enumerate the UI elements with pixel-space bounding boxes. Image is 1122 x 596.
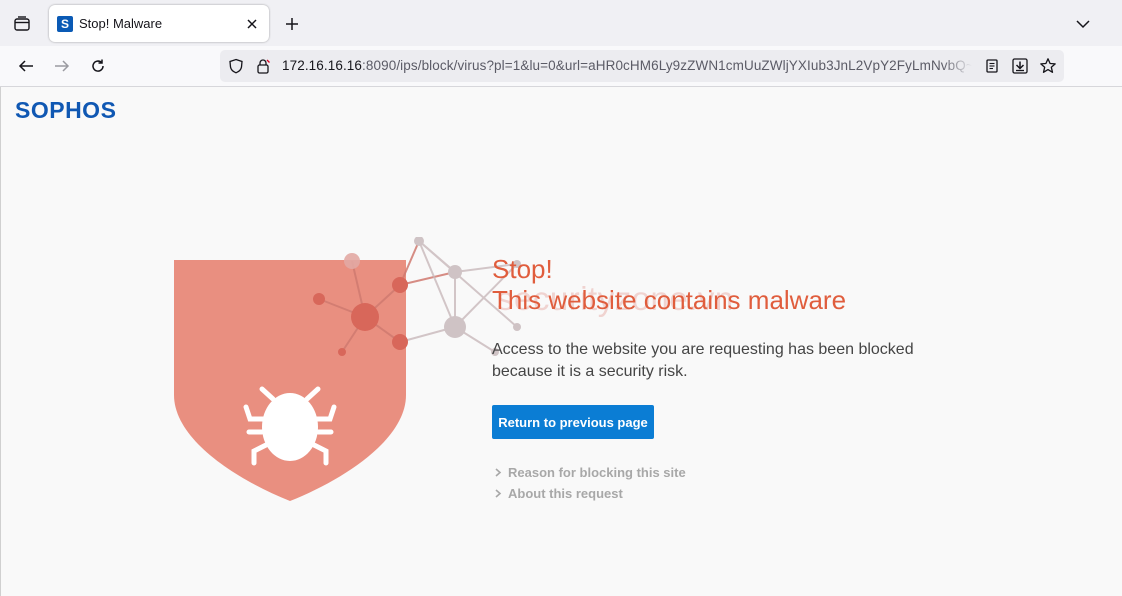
reader-view-icon[interactable] [982,56,1002,76]
shield-icon[interactable] [226,56,246,76]
back-arrow-icon[interactable] [14,54,38,78]
chevron-right-icon [495,468,502,477]
close-icon[interactable] [242,14,262,34]
address-bar[interactable]: 172.16.16.16:8090/ips/block/virus?pl=1&l… [220,50,1064,82]
about-this-request-link[interactable]: About this request [493,486,623,501]
chevron-down-icon[interactable] [1072,13,1094,35]
return-to-previous-page-button[interactable]: Return to previous page [492,405,654,439]
navigation-toolbar: 172.16.16.16:8090/ips/block/virus?pl=1&l… [0,46,1122,87]
url-host: 172.16.16.16 [282,58,363,73]
tab-title: Stop! Malware [79,16,163,31]
about-link-label: About this request [508,486,623,501]
reason-for-blocking-link[interactable]: Reason for blocking this site [493,465,686,480]
block-page: SOPHOS securityzone.vn Stop! This websit… [0,87,1122,596]
tab-list-icon[interactable] [10,12,34,36]
plus-icon[interactable] [281,13,303,35]
url-path: :8090/ips/block/virus?pl=1&lu=0&url=aHR0… [362,58,972,73]
reason-link-label: Reason for blocking this site [508,465,686,480]
url-fade [942,58,972,76]
block-description: Access to the website you are requesting… [492,341,914,380]
forward-arrow-icon[interactable] [50,54,74,78]
heading-malware: This website contains malware [492,285,847,315]
lock-icon[interactable] [253,56,273,76]
chevron-right-icon [495,489,502,498]
shield-bug-illustration [174,237,521,501]
sophos-logo: SOPHOS [15,97,117,123]
shield-shape [174,260,406,501]
heading-stop: Stop! [492,254,553,284]
sophos-favicon-icon: S [57,16,73,32]
divider [0,87,1,596]
active-tab[interactable]: S Stop! Malware [49,5,269,42]
page-title: Stop! This website contains malware [492,254,846,316]
star-icon[interactable] [1038,56,1058,76]
tab-bar: S Stop! Malware [0,0,1122,46]
download-icon[interactable] [1010,56,1030,76]
reload-icon[interactable] [86,54,110,78]
url-text: 172.16.16.16:8090/ips/block/virus?pl=1&l… [282,58,972,76]
